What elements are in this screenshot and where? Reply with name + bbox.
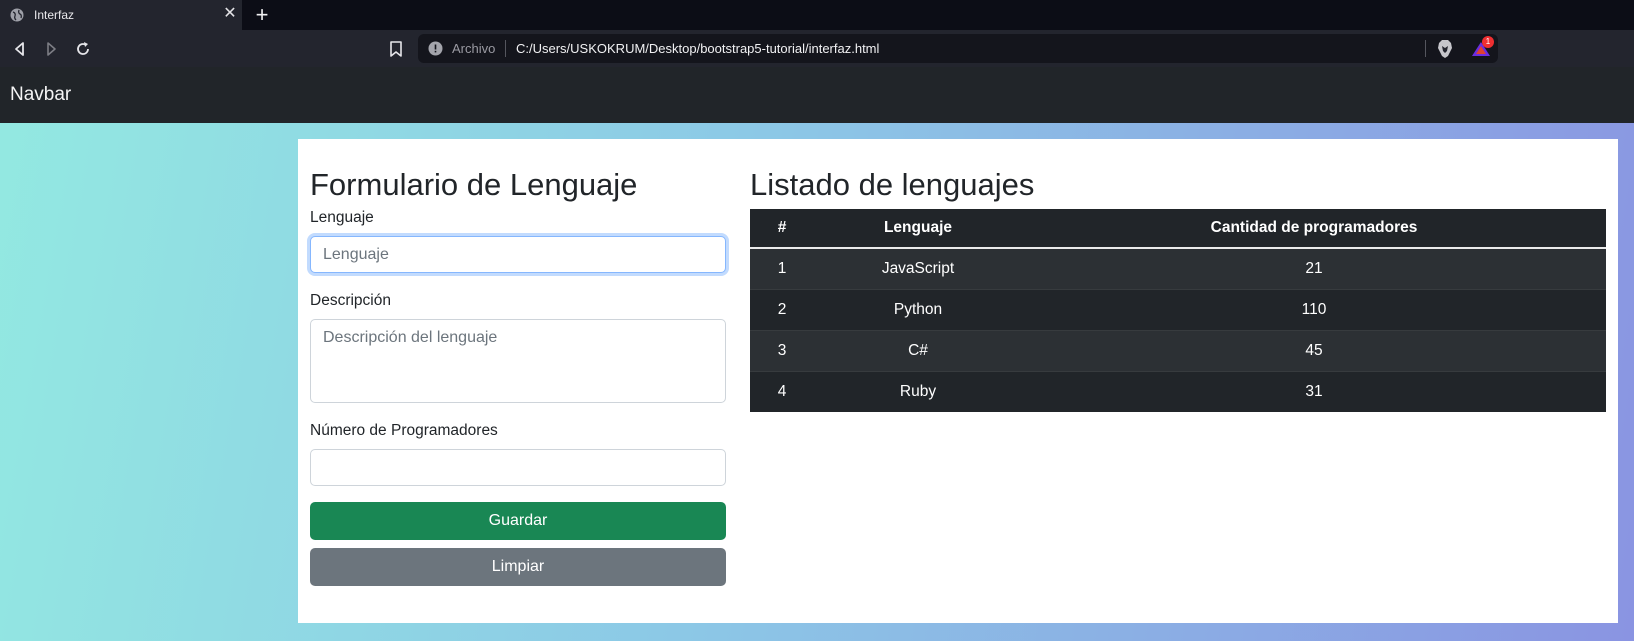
address-separator [505,40,506,57]
table-row: 4 Ruby 31 [750,370,1606,412]
plus-icon[interactable]: + [252,4,272,26]
browser-tab-bar: Interfaz ✕ + [0,0,1634,30]
row-programmers: 21 [1022,247,1606,289]
browser-toolbar: Archivo C:/Users/USKOKRUM/Desktop/bootst… [0,30,1634,67]
description-textarea[interactable] [310,319,726,403]
table-header-row: # Lenguaje Cantidad de programadores [750,209,1606,249]
row-language: JavaScript [814,247,1022,289]
brave-shield-icon[interactable] [1436,39,1454,59]
clear-button[interactable]: Limpiar [310,548,726,586]
row-language: Ruby [814,370,1022,412]
navbar-brand[interactable]: Navbar [10,84,71,106]
protocol-label: Archivo [452,41,496,56]
browser-tab[interactable]: Interfaz ✕ [0,0,242,30]
row-number: 2 [750,288,814,330]
header-programmers: Cantidad de programadores [1022,209,1606,249]
content-card: Formulario de Lenguaje Lenguaje Descripc… [298,139,1618,623]
close-icon[interactable]: ✕ [222,5,238,23]
header-language: Lenguaje [814,209,1022,249]
row-language: C# [814,329,1022,371]
description-label: Descripción [310,292,391,309]
form-title: Formulario de Lenguaje [310,167,638,202]
language-input[interactable] [310,236,726,273]
back-icon[interactable] [10,39,30,59]
row-language: Python [814,288,1022,330]
list-title: Listado de lenguajes [750,167,1035,202]
row-number: 1 [750,247,814,289]
table-row: 2 Python 110 [750,288,1606,330]
row-number: 3 [750,329,814,371]
rewards-badge: 1 [1482,36,1494,48]
languages-table: # Lenguaje Cantidad de programadores 1 J… [750,209,1606,412]
save-button[interactable]: Guardar [310,502,726,540]
table-row: 3 C# 45 [750,329,1606,371]
table-row: 1 JavaScript 21 [750,247,1606,289]
row-programmers: 31 [1022,370,1606,412]
forward-icon[interactable] [41,39,61,59]
web-page: Navbar Formulario de Lenguaje Lenguaje D… [0,67,1634,641]
address-bar[interactable]: Archivo C:/Users/USKOKRUM/Desktop/bootst… [418,34,1498,63]
navbar: Navbar [0,67,1634,123]
tab-title: Interfaz [34,8,75,22]
globe-icon [10,8,24,22]
url-text[interactable]: C:/Users/USKOKRUM/Desktop/bootstrap5-tut… [516,41,879,56]
reload-icon[interactable] [73,39,93,59]
language-label: Lenguaje [310,209,374,226]
row-programmers: 110 [1022,288,1606,330]
header-number: # [750,209,814,249]
row-number: 4 [750,370,814,412]
info-icon[interactable] [428,41,443,56]
programmers-input[interactable] [310,449,726,486]
bookmark-icon[interactable] [388,39,404,59]
address-separator-right [1425,40,1426,57]
row-programmers: 45 [1022,329,1606,371]
programmers-label: Número de Programadores [310,422,498,439]
